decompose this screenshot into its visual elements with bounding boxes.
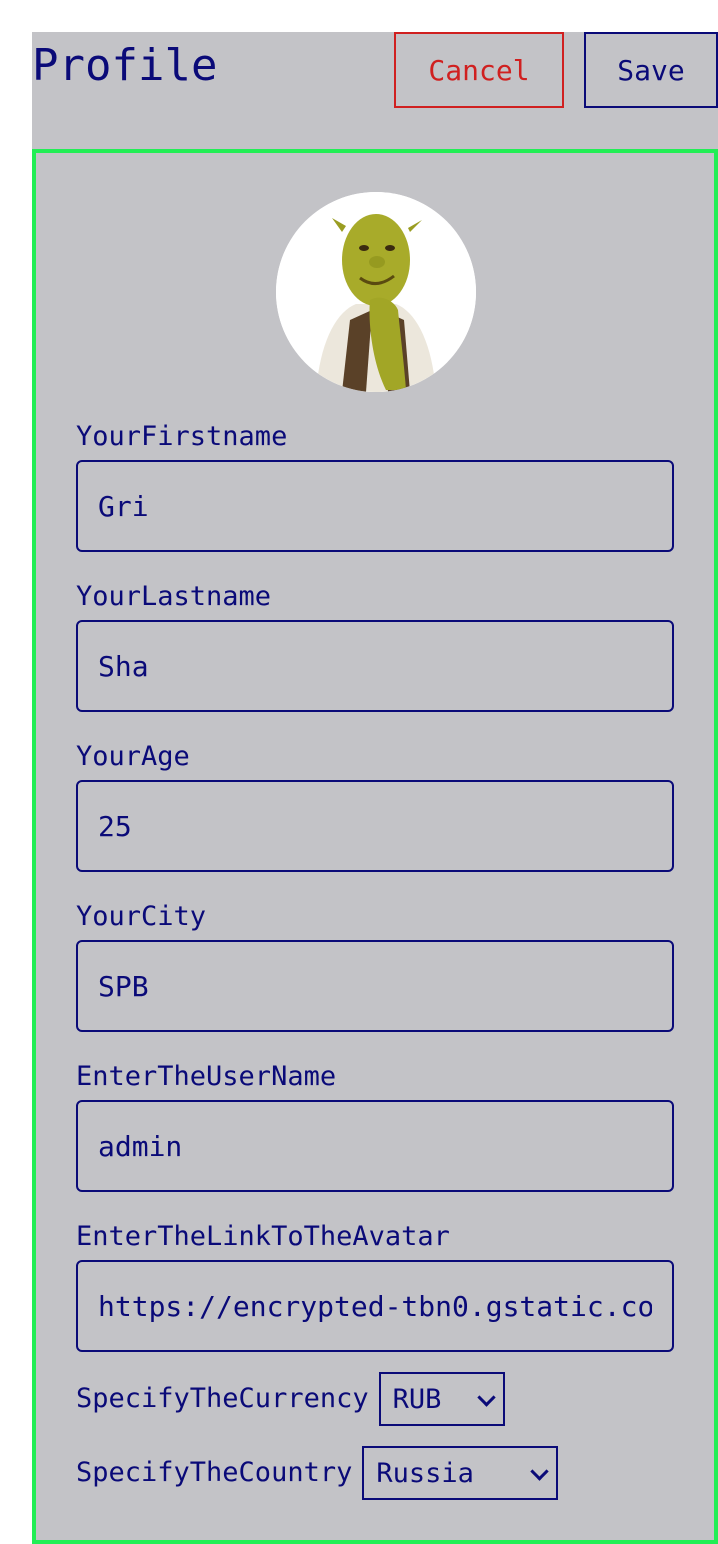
currency-select[interactable]: RUB — [378, 1372, 505, 1426]
header: Profile Cancel Save — [32, 32, 718, 150]
lastname-field[interactable] — [76, 620, 674, 712]
currency-row: SpecifyTheCurrency RUB — [76, 1372, 505, 1426]
firstname-field[interactable] — [76, 460, 674, 552]
age-label: YourAge — [76, 741, 190, 772]
avatar-image — [276, 192, 476, 392]
cancel-button[interactable]: Cancel — [394, 32, 564, 108]
city-field[interactable] — [76, 940, 674, 1032]
country-label: SpecifyTheCountry — [76, 1457, 353, 1488]
city-label: YourCity — [76, 901, 207, 932]
currency-selected-value: RUB — [392, 1383, 442, 1415]
save-button[interactable]: Save — [584, 32, 718, 108]
country-selected-value: Russia — [376, 1457, 474, 1489]
chevron-down-icon — [530, 1462, 550, 1481]
currency-label: SpecifyTheCurrency — [76, 1383, 369, 1414]
avatar-link-label: EnterTheLinkToTheAvatar — [76, 1221, 450, 1252]
username-field[interactable] — [76, 1100, 674, 1192]
chevron-down-icon — [476, 1388, 496, 1407]
firstname-label: YourFirstname — [76, 421, 288, 452]
avatar-link-field[interactable] — [76, 1260, 674, 1352]
country-select[interactable]: Russia — [362, 1446, 559, 1500]
lastname-label: YourLastname — [76, 581, 272, 612]
page-title: Profile — [32, 40, 218, 91]
age-field[interactable] — [76, 780, 674, 872]
country-row: SpecifyTheCountry Russia — [76, 1446, 559, 1500]
profile-form: YourFirstname YourLastname YourAge YourC… — [32, 149, 718, 1544]
username-label: EnterTheUserName — [76, 1061, 337, 1092]
avatar — [276, 192, 476, 392]
